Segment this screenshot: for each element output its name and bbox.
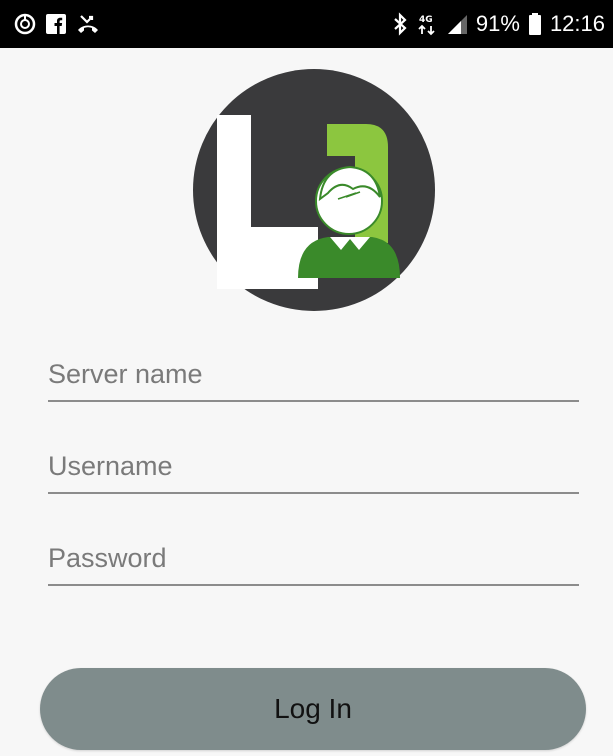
bluetooth-icon — [392, 12, 408, 36]
server-name-field — [48, 350, 579, 402]
username-field — [48, 442, 579, 494]
app-logo-icon — [190, 59, 438, 323]
status-bar: 4G 91% 12:16 — [0, 0, 613, 48]
facebook-icon — [46, 14, 66, 34]
username-input[interactable] — [48, 442, 579, 490]
password-field — [48, 534, 579, 586]
status-bar-right: 4G 91% 12:16 — [392, 11, 605, 37]
signal-icon — [446, 13, 468, 35]
status-time: 12:16 — [549, 11, 605, 36]
missed-call-icon — [76, 13, 100, 35]
server-name-input[interactable] — [48, 350, 579, 398]
login-screen: 4G 91% 12:16 Server name Username Log In — [0, 0, 613, 756]
login-button[interactable]: Log In — [40, 668, 586, 750]
battery-icon — [528, 12, 542, 36]
svg-text:4G: 4G — [419, 15, 433, 25]
password-input[interactable] — [48, 534, 579, 582]
sync-icon — [14, 13, 36, 35]
status-bar-left — [14, 13, 100, 35]
network-4g-icon: 4G — [416, 12, 438, 36]
battery-percent: 91% — [475, 11, 520, 36]
